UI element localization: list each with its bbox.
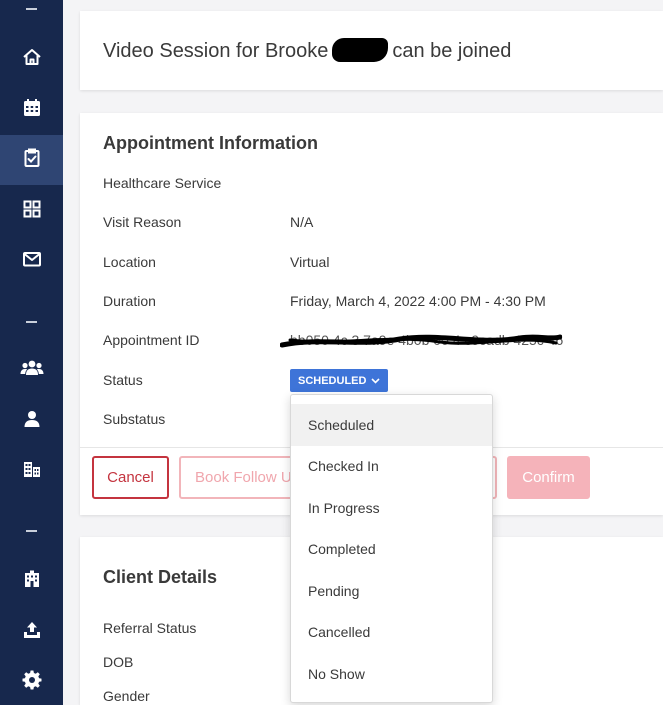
sidebar-item-clients[interactable] <box>0 345 63 395</box>
status-option-scheduled[interactable]: Scheduled <box>291 404 492 446</box>
building-icon <box>22 569 42 594</box>
status-chip-label: SCHEDULED <box>298 374 367 387</box>
grid-icon <box>22 199 42 224</box>
field-label-visit-reason: Visit Reason <box>103 214 182 230</box>
field-value-duration: Friday, March 4, 2022 4:00 PM - 4:30 PM <box>290 293 546 309</box>
buildings-icon <box>22 459 42 484</box>
sidebar-item-facilities[interactable] <box>0 556 63 606</box>
status-option-no-show[interactable]: No Show <box>291 653 492 695</box>
clipboard-check-icon <box>22 148 42 173</box>
mail-icon <box>22 249 42 274</box>
status-option-in-progress[interactable]: In Progress <box>291 487 492 529</box>
gear-icon <box>22 670 42 695</box>
sidebar-item-upload[interactable] <box>0 607 63 657</box>
sidebar-divider <box>26 8 37 10</box>
sidebar-divider <box>26 530 37 532</box>
field-label-substatus: Substatus <box>103 411 166 427</box>
sidebar-item-settings[interactable] <box>0 657 63 705</box>
field-label-gender: Gender <box>103 688 150 704</box>
banner-text-after: can be joined <box>392 40 512 62</box>
banner-text-before: Video Session for Brooke <box>103 40 329 62</box>
status-option-pending[interactable]: Pending <box>291 570 492 612</box>
field-label-dob: DOB <box>103 654 134 670</box>
home-icon <box>22 47 42 72</box>
field-label-duration: Duration <box>103 293 156 309</box>
sidebar-item-organizations[interactable] <box>0 446 63 496</box>
field-value-visit-reason: N/A <box>290 214 314 230</box>
field-label-status: Status <box>103 372 143 388</box>
status-dropdown-menu: Scheduled Checked In In Progress Complet… <box>290 394 493 703</box>
field-label-referral-status: Referral Status <box>103 620 197 636</box>
redaction-scribble <box>280 334 562 348</box>
field-label-healthcare-service: Healthcare Service <box>103 175 222 191</box>
sidebar-item-calendar[interactable] <box>0 85 63 135</box>
field-label-location: Location <box>103 254 156 270</box>
sidebar-item-messages[interactable] <box>0 236 63 286</box>
sidebar-divider <box>26 321 37 323</box>
status-option-cancelled[interactable]: Cancelled <box>291 612 492 654</box>
section-title: Appointment Information <box>103 133 318 153</box>
cancel-button[interactable]: Cancel <box>92 456 169 499</box>
video-session-banner: Video Session for Brooke can be joined <box>80 11 663 90</box>
status-dropdown-button[interactable]: SCHEDULED <box>290 369 389 392</box>
user-icon <box>22 409 42 434</box>
calendar-icon <box>22 98 42 123</box>
confirm-button[interactable]: Confirm <box>507 456 590 499</box>
field-label-appointment-id: Appointment ID <box>103 332 200 348</box>
status-option-completed[interactable]: Completed <box>291 529 492 571</box>
sidebar <box>0 0 63 705</box>
sidebar-item-home[interactable] <box>0 34 63 84</box>
chevron-down-icon <box>371 375 381 387</box>
status-option-checked-in[interactable]: Checked In <box>291 446 492 488</box>
sidebar-item-providers[interactable] <box>0 396 63 446</box>
upload-icon <box>22 620 42 645</box>
users-icon <box>20 358 44 383</box>
redacted-name <box>332 38 389 62</box>
sidebar-item-appointments[interactable] <box>0 135 63 185</box>
banner-message: Video Session for Brooke can be joined <box>103 38 511 63</box>
sidebar-item-dashboard[interactable] <box>0 186 63 236</box>
section-title: Client Details <box>103 567 218 587</box>
field-value-location: Virtual <box>290 254 330 270</box>
